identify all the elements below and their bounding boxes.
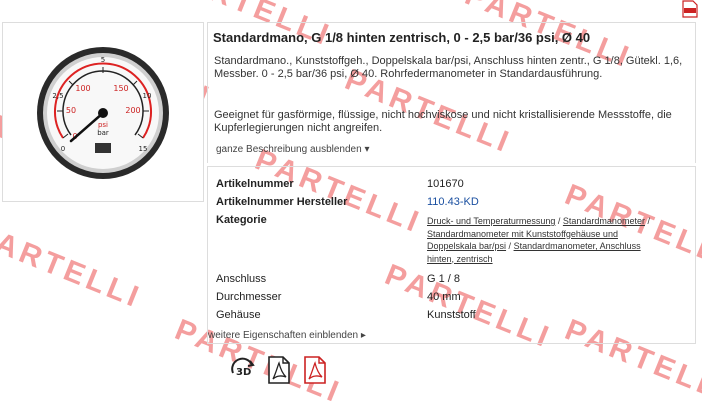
caret-down-icon: ▾: [364, 144, 370, 155]
gauge-unit-psi: psi: [98, 121, 108, 129]
gauge-scale-label: 150: [113, 84, 128, 93]
more-properties-label: weitere Eigenschaften einblenden: [208, 330, 359, 341]
pdf-icon-red[interactable]: [302, 355, 328, 385]
article-number-value: 101670: [427, 178, 464, 190]
product-usage: Geeignet für gasförmige, flüssige, nicht…: [214, 109, 672, 134]
gauge-unit-bar: bar: [97, 129, 109, 137]
connection-value: G 1 / 8: [427, 273, 461, 285]
gauge-scale-label: 15: [139, 145, 148, 153]
3d-icon[interactable]: 3D: [230, 355, 256, 385]
watermark: PARTELLI: [0, 218, 147, 315]
pdf-icon[interactable]: [266, 355, 292, 385]
product-image-panel[interactable]: 0 50 100 150 200 0 2,5 5 10 15 psi bar: [2, 22, 204, 202]
category-link[interactable]: Druck- und Temperaturmessung: [427, 216, 555, 226]
gauge-scale-label: 50: [66, 106, 76, 115]
product-description: Standardmano., Kunststoffgeh., Doppelska…: [214, 55, 683, 80]
gauge-scale-label: 10: [143, 92, 152, 100]
gauge-scale-label: 100: [75, 84, 90, 93]
category-breadcrumb: Druck- und Temperaturmessung / Standardm…: [427, 216, 650, 264]
gauge-scale-label: 200: [125, 106, 140, 115]
housing-label: Gehäuse: [216, 309, 261, 321]
diameter-value: 40 mm: [427, 291, 461, 303]
pdf-icon[interactable]: [682, 0, 698, 18]
housing-value: Kunststoff: [427, 309, 476, 321]
pressure-gauge-image: 0 50 100 150 200 0 2,5 5 10 15 psi bar: [37, 47, 169, 179]
toggle-description-label: ganze Beschreibung ausblenden: [216, 144, 362, 155]
product-title: Standardmano, G 1/8 hinten zentrisch, 0 …: [213, 30, 591, 45]
download-icons: 3D: [230, 355, 328, 385]
gauge-scale-label: 5: [101, 56, 105, 64]
svg-text:3D: 3D: [236, 367, 251, 378]
connection-label: Anschluss: [216, 273, 267, 285]
caret-right-icon: ▸: [360, 330, 366, 341]
article-number-label: Artikelnummer: [216, 178, 294, 190]
gauge-scale-label: 2,5: [52, 92, 63, 100]
category-link[interactable]: Standardmanometer: [563, 216, 645, 226]
manufacturer-number-label: Artikelnummer Hersteller: [216, 196, 348, 208]
category-label: Kategorie: [216, 214, 267, 226]
manufacturer-number-value[interactable]: 110.43-KD: [427, 196, 479, 208]
gauge-scale-label: 0: [61, 145, 65, 153]
toggle-description-link[interactable]: ganze Beschreibung ausblenden ▾: [216, 144, 369, 155]
more-properties-link[interactable]: weitere Eigenschaften einblenden ▸: [208, 330, 366, 341]
diameter-label: Durchmesser: [216, 291, 282, 303]
